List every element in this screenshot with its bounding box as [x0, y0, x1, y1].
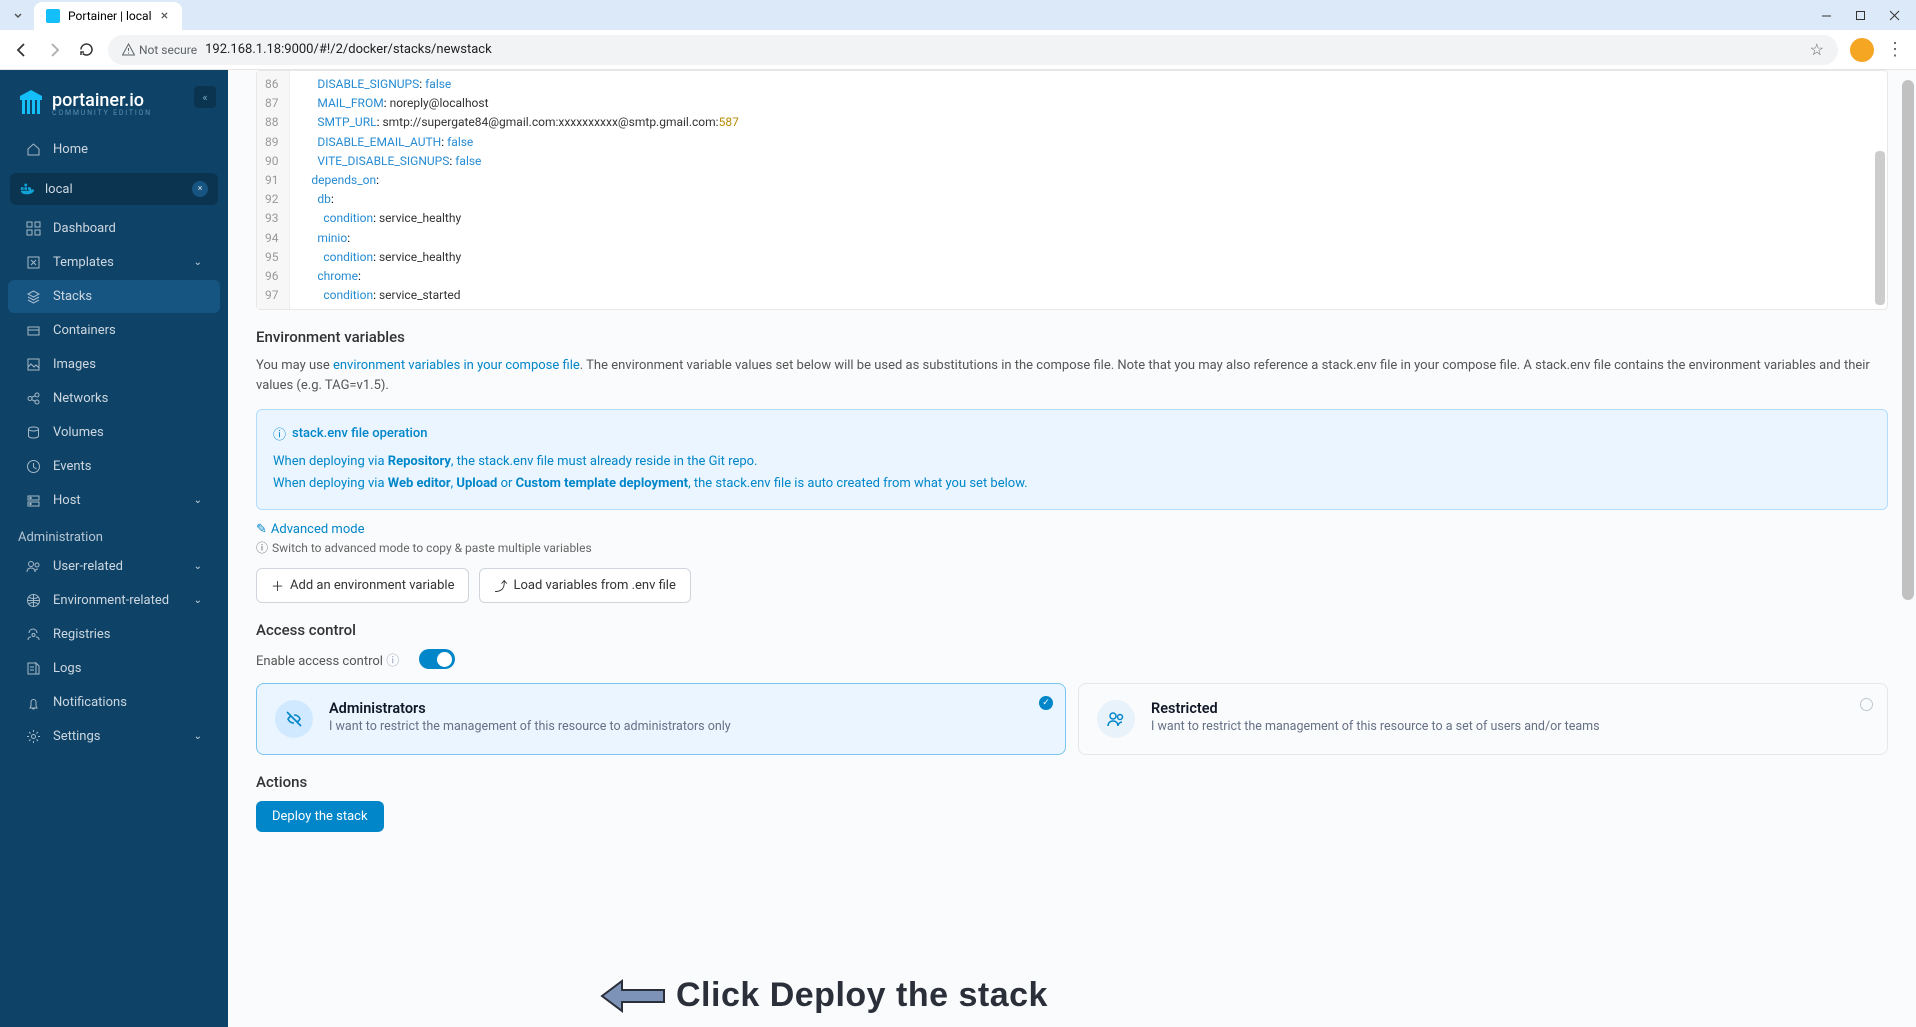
brand-logo[interactable]: portainer.io COMMUNITY EDITION « — [0, 70, 228, 132]
dashboard-icon — [26, 221, 41, 236]
registries-icon — [26, 627, 41, 642]
url-bar[interactable]: Not secure 192.168.1.18:9000/#!/2/docker… — [108, 35, 1838, 65]
access-toggle-label: Enable access control ⓘ — [256, 650, 399, 669]
add-env-var-button[interactable]: ＋ Add an environment variable — [256, 568, 469, 603]
templates-icon — [26, 255, 41, 270]
networks-icon — [26, 391, 41, 406]
chevron-down-icon: ⌄ — [194, 495, 202, 506]
home-icon — [26, 142, 41, 157]
sidebar-item-dashboard[interactable]: Dashboard — [8, 212, 220, 245]
url-text: 192.168.1.18:9000/#!/2/docker/stacks/new… — [205, 42, 492, 57]
load-env-file-button[interactable]: ⤴ Load variables from .env file — [479, 568, 690, 603]
images-icon — [26, 357, 41, 372]
tutorial-annotation: Click Deploy the stack — [600, 976, 1048, 1015]
actions-title: Actions — [256, 773, 1888, 791]
code-body[interactable]: DISABLE_SIGNUPS: false MAIL_FROM: norepl… — [290, 71, 1888, 309]
browser-nav-bar: Not secure 192.168.1.18:9000/#!/2/docker… — [0, 30, 1916, 70]
content-scrollbar[interactable] — [1902, 80, 1914, 600]
volumes-icon — [26, 425, 41, 440]
host-icon — [26, 493, 41, 508]
reload-icon[interactable] — [76, 40, 96, 60]
compose-env-link[interactable]: environment variables in your compose fi… — [333, 358, 580, 373]
help-icon[interactable]: ⓘ — [386, 654, 399, 669]
security-indicator[interactable]: Not secure — [122, 43, 197, 57]
plus-icon: ＋ — [271, 576, 284, 595]
close-env-icon[interactable]: × — [192, 181, 208, 197]
env-vars-description: You may use environment variables in you… — [256, 356, 1888, 395]
access-card-administrators[interactable]: Administrators I want to restrict the ma… — [256, 683, 1066, 755]
environment-related-icon — [26, 593, 41, 608]
notifications-icon — [26, 695, 41, 710]
sidebar-item-home[interactable]: Home — [8, 133, 220, 166]
profile-avatar[interactable] — [1850, 38, 1874, 62]
users-icon — [1097, 700, 1135, 738]
environment-selector[interactable]: local × — [10, 173, 218, 205]
logs-icon — [26, 661, 41, 676]
collapse-sidebar-icon[interactable]: « — [194, 86, 216, 108]
arrow-left-icon — [600, 977, 666, 1015]
portainer-logo-icon — [18, 88, 44, 118]
back-icon[interactable] — [12, 40, 32, 60]
advanced-mode-hint: ⓘ Switch to advanced mode to copy & past… — [256, 539, 1888, 556]
editor-scrollbar[interactable] — [1875, 151, 1885, 305]
info-circle-icon: ⓘ — [256, 539, 268, 556]
minimize-icon[interactable] — [1818, 7, 1834, 23]
admin-section-header: Administration — [0, 518, 228, 549]
chevron-down-icon: ⌄ — [194, 595, 202, 606]
env-vars-title: Environment variables — [256, 328, 1888, 346]
compose-editor[interactable]: 868788899091929394959697 DISABLE_SIGNUPS… — [256, 70, 1888, 310]
advanced-mode-link[interactable]: ✎ Advanced mode — [256, 522, 364, 537]
check-icon: ✓ — [1039, 696, 1053, 710]
sidebar-item-logs[interactable]: Logs — [8, 652, 220, 685]
eye-off-icon — [275, 700, 313, 738]
bookmark-star-icon[interactable]: ☆ — [1810, 40, 1824, 59]
sidebar: portainer.io COMMUNITY EDITION « Home lo… — [0, 70, 228, 1027]
close-window-icon[interactable] — [1886, 7, 1902, 23]
sidebar-item-notifications[interactable]: Notifications — [8, 686, 220, 719]
close-tab-icon[interactable]: × — [160, 11, 170, 21]
warning-icon — [122, 43, 135, 56]
edit-icon: ✎ — [256, 522, 267, 537]
deploy-stack-button[interactable]: Deploy the stack — [256, 801, 384, 832]
sidebar-item-environment-related[interactable]: Environment-related⌄ — [8, 584, 220, 617]
sidebar-item-networks[interactable]: Networks — [8, 382, 220, 415]
info-icon: ⓘ — [273, 424, 286, 443]
sidebar-item-volumes[interactable]: Volumes — [8, 416, 220, 449]
portainer-favicon-icon — [46, 9, 60, 23]
sidebar-item-events[interactable]: Events — [8, 450, 220, 483]
browser-tab-bar: Portainer | local × — [0, 0, 1916, 30]
sidebar-item-settings[interactable]: Settings⌄ — [8, 720, 220, 753]
sidebar-item-stacks[interactable]: Stacks — [8, 280, 220, 313]
containers-icon — [26, 323, 41, 338]
sidebar-item-images[interactable]: Images — [8, 348, 220, 381]
browser-tab[interactable]: Portainer | local × — [34, 2, 182, 30]
stacks-icon — [26, 289, 41, 304]
sidebar-item-containers[interactable]: Containers — [8, 314, 220, 347]
user-related-icon — [26, 559, 41, 574]
chevron-down-icon: ⌄ — [194, 561, 202, 572]
access-control-toggle[interactable] — [419, 649, 455, 669]
radio-unchecked-icon — [1860, 698, 1873, 711]
upload-icon: ⤴ — [494, 576, 507, 595]
settings-icon — [26, 729, 41, 744]
chevron-down-icon: ⌄ — [194, 257, 202, 268]
sidebar-item-host[interactable]: Host⌄ — [8, 484, 220, 517]
access-control-title: Access control — [256, 621, 1888, 639]
tab-dropdown-icon[interactable] — [8, 5, 28, 25]
access-card-restricted[interactable]: Restricted I want to restrict the manage… — [1078, 683, 1888, 755]
stack-env-info-box: ⓘ stack.env file operation When deployin… — [256, 409, 1888, 510]
chevron-down-icon: ⌄ — [194, 731, 202, 742]
line-numbers: 868788899091929394959697 — [257, 71, 290, 309]
tab-title: Portainer | local — [68, 9, 152, 23]
maximize-icon[interactable] — [1852, 7, 1868, 23]
docker-icon — [20, 182, 35, 197]
sidebar-item-registries[interactable]: Registries — [8, 618, 220, 651]
sidebar-item-user-related[interactable]: User-related⌄ — [8, 550, 220, 583]
browser-menu-icon[interactable]: ⋮ — [1886, 39, 1904, 60]
main-content: 868788899091929394959697 DISABLE_SIGNUPS… — [228, 70, 1916, 1027]
forward-icon — [44, 40, 64, 60]
sidebar-item-templates[interactable]: Templates⌄ — [8, 246, 220, 279]
events-icon — [26, 459, 41, 474]
